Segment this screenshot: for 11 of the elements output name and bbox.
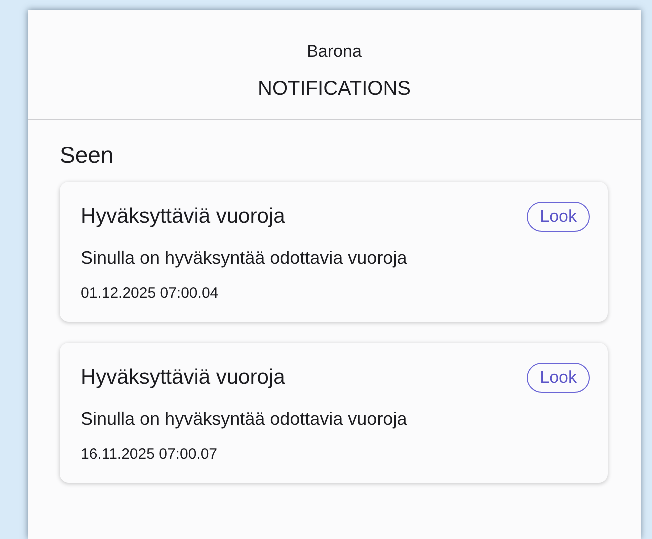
look-button[interactable]: Look bbox=[527, 363, 590, 393]
page-title: NOTIFICATIONS bbox=[258, 78, 411, 101]
notification-timestamp: 16.11.2025 07:00.07 bbox=[81, 446, 219, 463]
notification-message: Sinulla on hyväksyntää odottavia vuoroja bbox=[81, 409, 408, 430]
notification-title: Hyväksyttäviä vuoroja bbox=[81, 205, 286, 229]
notification-message: Sinulla on hyväksyntää odottavia vuoroja bbox=[81, 248, 408, 269]
look-button[interactable]: Look bbox=[527, 202, 590, 232]
section-title: Seen bbox=[60, 142, 115, 169]
notification-timestamp: 01.12.2025 07:00.04 bbox=[81, 285, 220, 302]
notification-title: Hyväksyttäviä vuoroja bbox=[81, 366, 286, 390]
app-name: Barona bbox=[307, 42, 362, 62]
